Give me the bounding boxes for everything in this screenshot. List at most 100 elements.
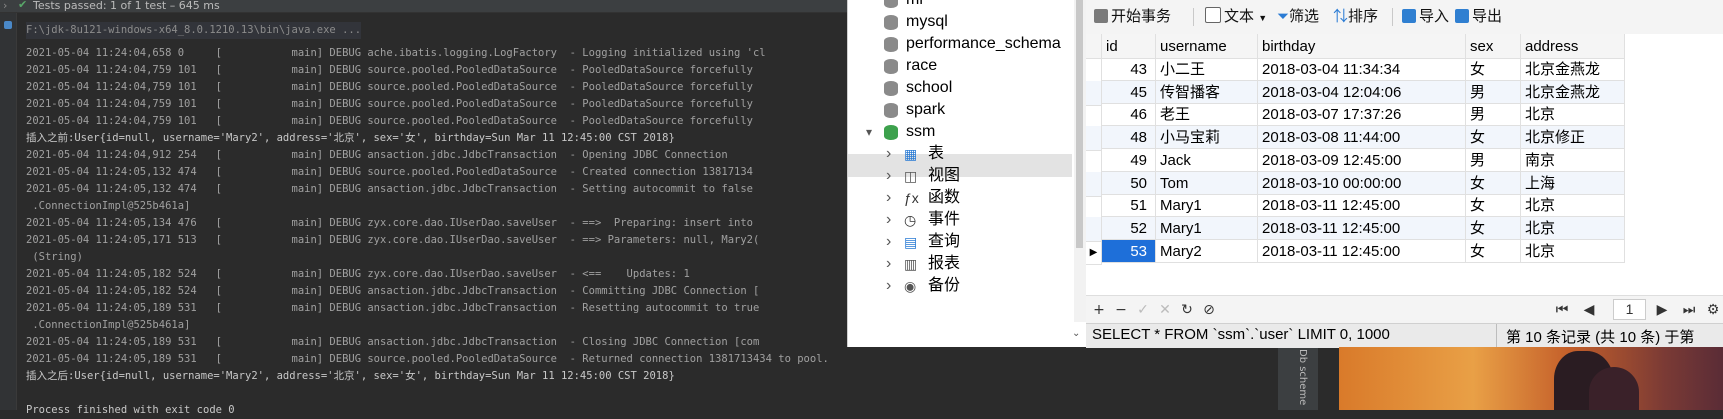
table-cell[interactable]: 北京 [1521, 103, 1625, 127]
table-cell[interactable]: 45 [1102, 80, 1156, 104]
column-header-sex[interactable]: sex [1466, 34, 1521, 59]
table-cell[interactable]: 2018-03-07 17:37:26 [1258, 103, 1466, 127]
tree-item-ssm-child[interactable]: › ◷ 事件 [848, 208, 1072, 232]
filter-button[interactable]: ⏷筛选 [1277, 7, 1319, 27]
row-selector[interactable] [1086, 194, 1102, 220]
table-row[interactable]: 49 Jack 2018-03-09 12:45:00 男南京 [1086, 148, 1723, 174]
begin-transaction-button[interactable]: 开始事务 [1094, 7, 1171, 27]
table-cell[interactable]: 女 [1466, 239, 1521, 263]
tree-item-ssm-child[interactable]: › ▦ 表 [848, 142, 1072, 166]
row-selector[interactable] [1086, 171, 1102, 197]
table-cell[interactable]: 男 [1466, 103, 1521, 127]
table-cell[interactable]: 2018-03-11 12:45:00 [1258, 216, 1466, 240]
next-page-icon[interactable]: ▶ [1653, 301, 1671, 319]
table-cell[interactable]: 51 [1102, 194, 1156, 218]
table-cell[interactable]: 49 [1102, 148, 1156, 172]
tree-item-performance-schema[interactable]: performance_schema [848, 32, 1072, 56]
export-button[interactable]: 导出 [1455, 7, 1502, 27]
table-cell[interactable]: 北京修正 [1521, 126, 1625, 150]
table-row[interactable]: ▶ 53 Mary2 2018-03-11 12:45:00 女北京 [1086, 239, 1723, 265]
column-header-birthday[interactable]: birthday [1258, 34, 1466, 59]
table-cell[interactable]: 传智播客 [1156, 80, 1258, 104]
table-cell[interactable]: 52 [1102, 216, 1156, 240]
table-cell[interactable]: 46 [1102, 103, 1156, 127]
table-cell[interactable]: 女 [1466, 126, 1521, 150]
expand-arrow-icon[interactable]: › [886, 142, 891, 166]
db-scheme-side-tab[interactable]: Db scheme [1290, 343, 1318, 410]
expand-arrow-icon[interactable]: › [886, 252, 891, 276]
table-row[interactable]: 43 小二王 2018-03-04 11:34:34 女北京金燕龙 [1086, 58, 1723, 83]
tree-item-spark[interactable]: spark [848, 98, 1072, 122]
expand-arrow-icon[interactable]: › [886, 230, 891, 254]
text-button[interactable]: 文本 ▼ [1205, 7, 1267, 27]
prev-page-icon[interactable]: ◀ [1580, 301, 1598, 319]
tree-item-ssm-child[interactable]: › ƒx 函数 [848, 186, 1072, 210]
table-cell[interactable]: 女 [1466, 194, 1521, 218]
column-header-address[interactable]: address [1521, 34, 1625, 59]
row-selector[interactable]: ▶ [1086, 239, 1102, 265]
scroll-thumb[interactable] [1076, 0, 1083, 248]
page-number-field[interactable]: 1 [1613, 299, 1646, 320]
tree-scrollbar[interactable] [1074, 0, 1086, 322]
tree-item-ssm[interactable]: ▾ ssm [848, 120, 1072, 144]
table-cell[interactable]: Mary1 [1156, 194, 1258, 218]
expand-arrow-icon[interactable]: › [886, 208, 891, 232]
table-cell[interactable]: 小二王 [1156, 58, 1258, 81]
table-row[interactable]: 46 老王 2018-03-07 17:37:26 男北京 [1086, 103, 1723, 129]
refresh-icon[interactable]: ↻ [1178, 301, 1196, 319]
table-cell[interactable]: 女 [1466, 171, 1521, 195]
sort-button[interactable]: ⇅排序 [1333, 7, 1378, 27]
tree-item-race[interactable]: race [848, 54, 1072, 78]
table-cell[interactable]: 南京 [1521, 148, 1625, 172]
table-cell[interactable]: 2018-03-11 12:45:00 [1258, 194, 1466, 218]
table-row[interactable]: 48 小马宝莉 2018-03-08 11:44:00 女北京修正 [1086, 126, 1723, 152]
table-cell[interactable]: 北京 [1521, 216, 1625, 240]
table-cell[interactable]: 2018-03-11 12:45:00 [1258, 239, 1466, 263]
table-cell[interactable]: Mary1 [1156, 216, 1258, 240]
table-cell[interactable]: 2018-03-04 11:34:34 [1258, 58, 1466, 81]
table-cell[interactable]: 2018-03-10 00:00:00 [1258, 171, 1466, 195]
add-record-icon[interactable]: + [1090, 301, 1108, 319]
table-cell[interactable]: 小马宝莉 [1156, 126, 1258, 150]
table-cell[interactable]: Mary2 [1156, 239, 1258, 263]
table-cell[interactable]: 2018-03-04 12:04:06 [1258, 80, 1466, 104]
table-cell[interactable]: 老王 [1156, 103, 1258, 127]
scroll-down-icon[interactable]: ⌄ [1072, 328, 1080, 339]
table-row[interactable]: 45 传智播客 2018-03-04 12:04:06 男北京金燕龙 [1086, 80, 1723, 106]
column-header-username[interactable]: username [1156, 34, 1258, 59]
discard-icon[interactable]: ✕ [1156, 301, 1174, 319]
table-cell[interactable]: 53 [1102, 239, 1156, 263]
table-cell[interactable]: Jack [1156, 148, 1258, 172]
expand-arrow-icon[interactable]: › [886, 164, 891, 188]
row-selector[interactable] [1086, 148, 1102, 174]
table-row[interactable]: 51 Mary1 2018-03-11 12:45:00 女北京 [1086, 194, 1723, 220]
table-cell[interactable]: 北京金燕龙 [1521, 80, 1625, 104]
column-header-id[interactable]: id [1102, 34, 1156, 59]
table-cell[interactable]: 北京 [1521, 194, 1625, 218]
table-cell[interactable]: 女 [1466, 216, 1521, 240]
table-cell[interactable]: 男 [1466, 148, 1521, 172]
table-cell[interactable]: 2018-03-09 12:45:00 [1258, 148, 1466, 172]
table-cell[interactable]: 50 [1102, 171, 1156, 195]
table-cell[interactable]: 43 [1102, 58, 1156, 81]
table-cell[interactable]: 女 [1466, 58, 1521, 81]
settings-gear-icon[interactable]: ⚙ [1704, 301, 1722, 319]
table-cell[interactable]: 北京金燕龙 [1521, 58, 1625, 81]
row-selector[interactable] [1086, 80, 1102, 106]
tree-item-ssm-child[interactable]: › ◉ 备份 [848, 274, 1072, 298]
stop-icon[interactable]: ⊘ [1200, 301, 1218, 319]
tree-item-ssm-child[interactable]: › ▥ 报表 [848, 252, 1072, 276]
table-cell[interactable]: 北京 [1521, 239, 1625, 263]
row-selector[interactable] [1086, 103, 1102, 129]
delete-record-icon[interactable]: − [1112, 301, 1130, 319]
chevron-icon[interactable]: › [3, 0, 7, 11]
apply-icon[interactable]: ✓ [1134, 301, 1152, 319]
row-selector[interactable] [1086, 58, 1102, 83]
table-cell[interactable]: 上海 [1521, 171, 1625, 195]
last-page-icon[interactable]: ⏭ [1680, 301, 1698, 319]
import-button[interactable]: 导入 [1402, 7, 1449, 27]
table-cell[interactable]: 2018-03-08 11:44:00 [1258, 126, 1466, 150]
tree-item-ssm-child[interactable]: › ▤ 查询 [848, 230, 1072, 254]
table-row[interactable]: 50 Tom 2018-03-10 00:00:00 女上海 [1086, 171, 1723, 197]
table-cell[interactable]: 48 [1102, 126, 1156, 150]
